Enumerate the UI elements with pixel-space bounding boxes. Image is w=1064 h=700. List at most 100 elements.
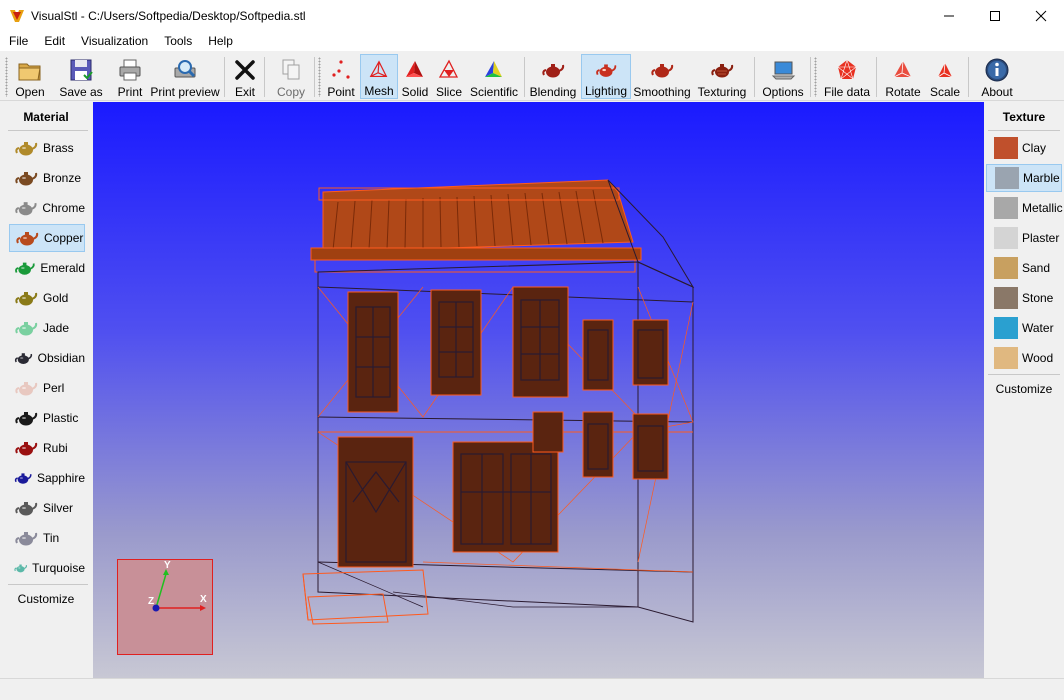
texture-item-stone[interactable]: Stone — [986, 284, 1062, 312]
texture-item-label: Sand — [1022, 261, 1051, 275]
material-item-label: Turquoise — [32, 561, 85, 575]
smoothing-button[interactable]: Smoothing — [633, 54, 691, 99]
file-data-label: File data — [823, 85, 871, 99]
point-button[interactable]: Point — [324, 54, 358, 99]
menu-bar: File Edit Visualization Tools Help — [0, 31, 1064, 51]
point-cloud-icon — [332, 60, 350, 79]
solid-icon — [406, 61, 423, 77]
menu-visualization[interactable]: Visualization — [73, 31, 156, 51]
texture-item-water[interactable]: Water — [986, 314, 1062, 342]
texture-item-wood[interactable]: Wood — [986, 344, 1062, 372]
save-as-button[interactable]: Save as — [58, 54, 104, 99]
material-item-label: Copper — [44, 231, 84, 245]
options-button[interactable]: Options — [762, 54, 804, 99]
blending-button[interactable]: Blending — [530, 54, 576, 99]
scale-button[interactable]: Scale — [928, 54, 962, 99]
info-icon — [985, 58, 1009, 82]
house-mesh-model[interactable] — [93, 102, 984, 678]
solid-button[interactable]: Solid — [400, 54, 430, 99]
teapot-icon — [14, 564, 28, 573]
file-data-button[interactable]: File data — [822, 54, 872, 99]
material-item-obsidian[interactable]: Obsidian — [9, 344, 85, 372]
texture-item-clay[interactable]: Clay — [986, 134, 1062, 162]
slice-button[interactable]: Slice — [434, 54, 464, 99]
teapot-icon — [15, 532, 38, 546]
material-item-turquoise[interactable]: Turquoise — [9, 554, 85, 582]
texture-item-plaster[interactable]: Plaster — [986, 224, 1062, 252]
maximize-button[interactable] — [972, 0, 1018, 31]
material-item-tin[interactable]: Tin — [9, 524, 85, 552]
material-item-copper[interactable]: Copper — [9, 224, 85, 252]
material-item-bronze[interactable]: Bronze — [9, 164, 85, 192]
blending-label: Blending — [529, 85, 577, 99]
material-item-gold[interactable]: Gold — [9, 284, 85, 312]
exit-button[interactable]: Exit — [230, 54, 260, 99]
texture-item-sand[interactable]: Sand — [986, 254, 1062, 282]
minimize-icon — [944, 15, 954, 16]
material-item-plastic[interactable]: Plastic — [9, 404, 85, 432]
exit-label: Exit — [234, 85, 255, 99]
scientific-button[interactable]: Scientific — [468, 54, 520, 99]
material-item-sapphire[interactable]: Sapphire — [9, 464, 85, 492]
material-item-label: Tin — [43, 531, 60, 545]
material-customize-button[interactable]: Customize — [0, 592, 92, 606]
teapot-icon — [15, 292, 38, 306]
copy-label: Copy — [276, 85, 305, 99]
title-bar: VisualStl - C:/Users/Softpedia/Desktop/S… — [0, 0, 1064, 31]
print-button[interactable]: Print — [114, 54, 146, 99]
open-button[interactable]: Open — [12, 54, 48, 99]
mesh-label: Mesh — [364, 84, 394, 98]
texture-item-label: Wood — [1022, 351, 1054, 365]
rotate-button[interactable]: Rotate — [882, 54, 924, 99]
material-panel-title: Material — [23, 110, 69, 124]
lighting-button[interactable]: Lighting — [581, 54, 631, 99]
teapot-icon — [15, 412, 38, 426]
scale-label: Scale — [929, 85, 961, 99]
menu-edit[interactable]: Edit — [36, 31, 73, 51]
y-axis-label: Y — [164, 560, 171, 571]
menu-file[interactable]: File — [0, 31, 36, 51]
texture-customize-button[interactable]: Customize — [978, 382, 1064, 396]
axis-triad-icon — [152, 569, 206, 612]
mesh-button[interactable]: Mesh — [360, 54, 398, 99]
teapot-icon — [16, 232, 39, 246]
material-item-label: Sapphire — [36, 471, 85, 485]
material-item-label: Rubi — [43, 441, 68, 455]
copy-icon — [282, 59, 300, 80]
teapot-icon — [15, 202, 37, 216]
window-title: VisualStl - C:/Users/Softpedia/Desktop/S… — [31, 8, 306, 23]
close-button[interactable] — [1018, 0, 1064, 31]
material-item-perl[interactable]: Perl — [9, 374, 85, 402]
material-item-label: Emerald — [40, 261, 85, 275]
material-item-jade[interactable]: Jade — [9, 314, 85, 342]
teapot-icon — [15, 382, 38, 396]
teapot-icon — [14, 353, 33, 364]
texture-item-metallic[interactable]: Metallic — [986, 194, 1063, 222]
options-label: Options — [762, 85, 804, 99]
material-item-rubi[interactable]: Rubi — [9, 434, 85, 462]
material-item-label: Perl — [43, 381, 65, 395]
texture-swatch — [994, 287, 1018, 309]
material-item-brass[interactable]: Brass — [9, 134, 85, 162]
menu-help[interactable]: Help — [200, 31, 241, 51]
teapot-lighting-icon — [596, 64, 617, 77]
texturing-button[interactable]: Texturing — [696, 54, 748, 99]
teapot-texturing-icon — [711, 64, 734, 78]
menu-tools[interactable]: Tools — [156, 31, 200, 51]
folder-icon — [18, 63, 41, 81]
about-button[interactable]: About — [978, 54, 1016, 99]
texture-item-marble[interactable]: Marble — [986, 164, 1062, 192]
material-item-emerald[interactable]: Emerald — [9, 254, 85, 282]
copy-button[interactable]: Copy — [272, 54, 310, 99]
texture-item-label: Marble — [1023, 171, 1060, 185]
print-preview-button[interactable]: Print preview — [150, 54, 220, 99]
texture-swatch — [994, 347, 1018, 369]
status-bar — [0, 678, 1064, 700]
toolbar: Open Save as Print Print preview Exit Co… — [0, 51, 1064, 101]
minimize-button[interactable] — [926, 0, 972, 31]
toolbar-grip[interactable] — [5, 57, 8, 97]
material-item-chrome[interactable]: Chrome — [9, 194, 85, 222]
material-item-silver[interactable]: Silver — [9, 494, 85, 522]
3d-viewport[interactable]: X Y Z — [93, 102, 984, 678]
material-item-label: Plastic — [43, 411, 79, 425]
